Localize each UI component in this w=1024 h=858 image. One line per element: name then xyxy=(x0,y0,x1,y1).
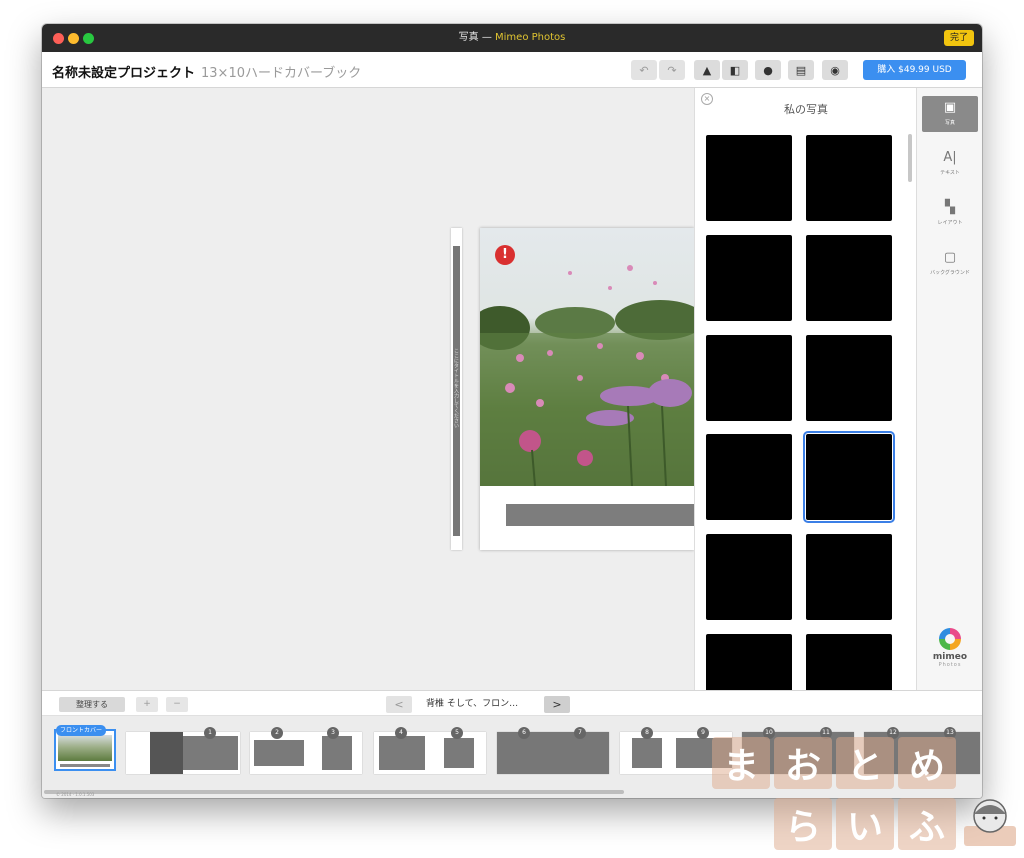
cover-photo[interactable]: ! xyxy=(480,228,694,486)
layout-icon: ▚ xyxy=(945,200,955,215)
current-page-label: 背椎 そして、フロン… xyxy=(426,699,519,709)
next-page-button[interactable]: > xyxy=(544,696,570,713)
page-number: 1 xyxy=(204,727,216,739)
photo-thumbnail[interactable] xyxy=(706,634,792,690)
page-number: 6 xyxy=(518,727,530,739)
photo-thumbnail[interactable] xyxy=(706,534,792,620)
filmstrip-spread[interactable] xyxy=(374,732,486,774)
spine-title-text: ここにタイトルを入力してください xyxy=(453,348,459,428)
photo-thumbnail[interactable] xyxy=(706,434,792,520)
add-page-button[interactable]: + xyxy=(136,697,158,712)
filmstrip-spread[interactable] xyxy=(497,732,609,774)
warning-icon[interactable]: ! xyxy=(495,245,515,265)
background-icon: ▢ xyxy=(943,250,957,265)
rail-label: 写真 xyxy=(944,120,955,126)
info-icon[interactable]: ● xyxy=(755,60,781,80)
mimeo-brand-sub: Photos xyxy=(938,662,962,668)
project-title: 名称未設定プロジェクト 13×10ハードカバーブック xyxy=(52,62,361,81)
watermark-char: い xyxy=(836,798,894,850)
photo-thumbnail[interactable] xyxy=(806,135,892,221)
cover-mini-photo xyxy=(58,735,112,761)
app-window: 写真 — Mimeo Photos 完了 名称未設定プロジェクト 13×10ハード… xyxy=(42,24,982,798)
toolbar: 名称未設定プロジェクト 13×10ハードカバーブック ↶ ↷ ▲ ◧ ● ▤ ◉ … xyxy=(42,52,982,88)
photo-thumbnail[interactable] xyxy=(706,135,792,221)
comment-icon[interactable]: ▤ xyxy=(788,60,814,80)
remove-page-button[interactable]: − xyxy=(166,697,188,712)
watermark-char: め xyxy=(898,737,956,789)
page-number: 9 xyxy=(697,727,709,739)
book-canvas: ここにタイトルを入力してください ! xyxy=(42,88,694,690)
rail-item-background[interactable]: ▢ バックグラウンド xyxy=(922,246,978,282)
book-icon[interactable]: ◧ xyxy=(722,60,748,80)
project-format: 13×10ハードカバーブック xyxy=(201,66,362,81)
cover-mini-bar xyxy=(60,764,110,767)
arrange-button[interactable]: 整理する xyxy=(59,697,125,712)
page-number: 7 xyxy=(574,727,586,739)
title-bar: 写真 — Mimeo Photos 完了 xyxy=(42,24,982,52)
filmstrip-spread[interactable] xyxy=(126,732,240,774)
watermark-face-icon xyxy=(964,799,1016,846)
project-name[interactable]: 名称未設定プロジェクト xyxy=(52,66,195,81)
rail-item-text[interactable]: A| テキスト xyxy=(922,146,978,182)
watermark-char: ま xyxy=(712,737,770,789)
undo-icon[interactable]: ↶ xyxy=(631,60,657,80)
page-number: 3 xyxy=(327,727,339,739)
front-cover[interactable]: ! xyxy=(480,228,694,550)
photo-thumbnail-selected[interactable] xyxy=(803,431,895,523)
text-icon: A| xyxy=(943,150,957,165)
window-title-doc: 写真 xyxy=(458,32,479,43)
mimeo-ring-icon xyxy=(939,628,961,650)
rail-item-photos[interactable]: ▣ 写真 xyxy=(922,96,978,132)
filmstrip-spread[interactable] xyxy=(250,732,362,774)
photo-thumbnail[interactable] xyxy=(806,634,892,690)
photo-thumbnail[interactable] xyxy=(806,235,892,321)
window-title: 写真 — Mimeo Photos xyxy=(458,32,566,43)
panel-title: 私の写真 xyxy=(784,103,828,116)
stamp-icon[interactable]: ▲ xyxy=(694,60,720,80)
page-nav-bar: 整理する + − < 背椎 そして、フロン… > xyxy=(42,690,982,716)
watermark-char: ら xyxy=(774,798,832,850)
mimeo-brand: mimeo xyxy=(932,652,968,662)
page-number: 2 xyxy=(271,727,283,739)
buy-button[interactable]: 購入 $49.99 USD xyxy=(863,60,966,80)
rail-label: バックグラウンド xyxy=(930,270,970,276)
cosmos-flowers-image xyxy=(480,228,694,486)
watermark-char: と xyxy=(836,737,894,789)
mimeo-logo: mimeo Photos xyxy=(927,628,973,668)
tool-rail: ▣ 写真 A| テキスト ▚ レイアウト ▢ バックグラウンド mimeo Ph… xyxy=(916,88,982,690)
my-photos-panel: × 私の写真 xyxy=(694,88,916,690)
window-title-app: Mimeo Photos xyxy=(495,32,566,43)
watermark-char: ふ xyxy=(898,798,956,850)
rail-label: レイアウト xyxy=(937,220,963,226)
watermark-char: お xyxy=(774,737,832,789)
photo-thumbnail[interactable] xyxy=(806,335,892,421)
redo-icon[interactable]: ↷ xyxy=(659,60,685,80)
photo-thumbnail[interactable] xyxy=(806,534,892,620)
photo-thumbnail[interactable] xyxy=(706,335,792,421)
done-button[interactable]: 完了 xyxy=(943,30,974,46)
cover-title-field[interactable] xyxy=(506,504,694,526)
cover-tag: フロントカバー xyxy=(56,725,107,736)
build-info: © 2014 · 1.0.1.503 xyxy=(56,792,95,797)
filmstrip-scrollbar[interactable] xyxy=(44,790,624,794)
prev-page-button[interactable]: < xyxy=(386,696,412,713)
panel-scrollbar[interactable] xyxy=(908,134,912,182)
photo-thumbnail[interactable] xyxy=(706,235,792,321)
rail-label: テキスト xyxy=(940,170,960,176)
page-number: 4 xyxy=(395,727,407,739)
page-number: 5 xyxy=(451,727,463,739)
rail-item-layout[interactable]: ▚ レイアウト xyxy=(922,196,978,232)
preview-eye-icon[interactable]: ◉ xyxy=(822,60,848,80)
book-spine[interactable]: ここにタイトルを入力してください xyxy=(451,228,462,550)
photo-icon: ▣ xyxy=(943,100,957,115)
page-number: 8 xyxy=(641,727,653,739)
